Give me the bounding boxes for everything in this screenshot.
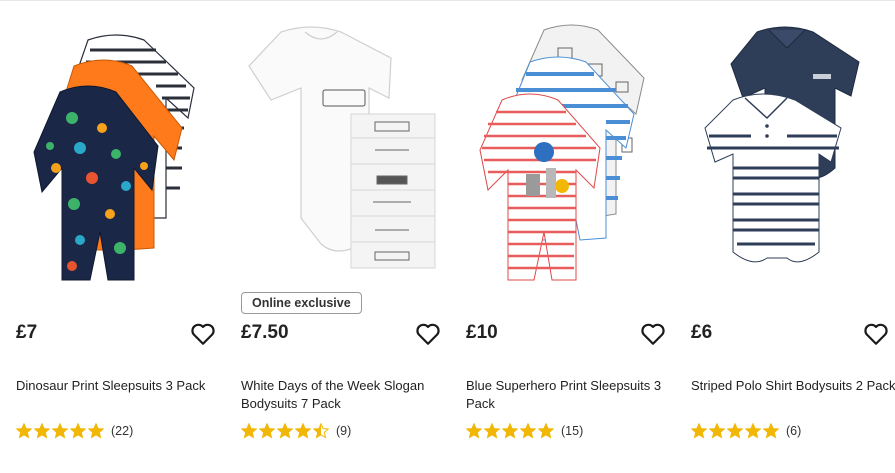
superhero-sleepsuits-image[interactable] [466, 18, 676, 286]
rating: (15) [466, 423, 583, 439]
star-icon [52, 423, 68, 439]
favourite-heart-icon[interactable] [640, 322, 666, 346]
rating: (22) [16, 423, 133, 439]
product-price: £7.50 [241, 322, 289, 343]
star-icon [763, 423, 779, 439]
star-icon [745, 423, 761, 439]
review-count: (6) [786, 424, 802, 438]
product-price: £6 [691, 322, 713, 343]
star-icon [277, 423, 293, 439]
review-count: (15) [561, 424, 584, 438]
favourite-heart-icon[interactable] [415, 322, 441, 346]
rating-stars [16, 423, 104, 439]
white-bodysuits-image[interactable] [241, 18, 451, 286]
star-icon [70, 423, 86, 439]
rating: (9) [241, 423, 351, 439]
star-icon [241, 423, 257, 439]
rating-stars [466, 423, 554, 439]
product-price: £7 [16, 322, 38, 343]
rating-stars [241, 423, 329, 439]
star-icon [466, 423, 482, 439]
star-icon [520, 423, 536, 439]
product-card-white-bodysuits[interactable]: Online exclusive £7.50 White Days of the… [241, 0, 451, 473]
review-count: (22) [111, 424, 134, 438]
star-icon [88, 423, 104, 439]
product-price: £10 [466, 322, 498, 343]
rating: (6) [691, 423, 801, 439]
star-icon [727, 423, 743, 439]
star-icon [259, 423, 275, 439]
product-card-dinosaur-sleepsuits[interactable]: £7 Dinosaur Print Sleepsuits 3 Pack (22) [16, 0, 226, 473]
product-title[interactable]: Blue Superhero Print Sleepsuits 3 Pack [466, 377, 671, 413]
rating-stars [691, 423, 779, 439]
star-icon [691, 423, 707, 439]
product-card-polo-bodysuits[interactable]: £6 Striped Polo Shirt Bodysuits 2 Pack (… [691, 0, 895, 473]
favourite-heart-icon[interactable] [190, 322, 216, 346]
dinosaur-sleepsuits-image[interactable] [16, 18, 226, 286]
star-icon [16, 423, 32, 439]
star-icon [313, 423, 329, 439]
review-count: (9) [336, 424, 352, 438]
product-title[interactable]: White Days of the Week Slogan Bodysuits … [241, 377, 446, 413]
star-icon [484, 423, 500, 439]
star-icon [538, 423, 554, 439]
polo-bodysuits-image[interactable] [691, 18, 895, 286]
product-title[interactable]: Dinosaur Print Sleepsuits 3 Pack [16, 377, 221, 395]
product-card-superhero-sleepsuits[interactable]: £10 Blue Superhero Print Sleepsuits 3 Pa… [466, 0, 676, 473]
star-icon [502, 423, 518, 439]
product-title[interactable]: Striped Polo Shirt Bodysuits 2 Pack [691, 377, 895, 395]
star-icon [709, 423, 725, 439]
online-exclusive-badge: Online exclusive [241, 292, 362, 314]
star-icon [34, 423, 50, 439]
favourite-heart-icon[interactable] [863, 322, 889, 346]
star-icon [295, 423, 311, 439]
